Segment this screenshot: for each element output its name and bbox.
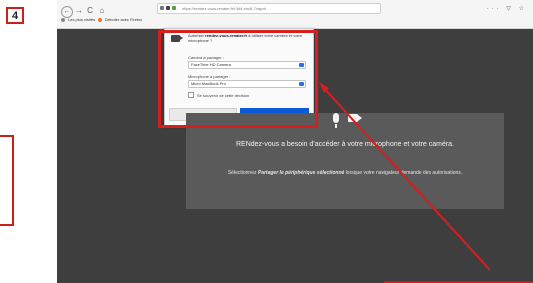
arrow-line [321,85,491,271]
annotation-arrow [319,82,533,283]
